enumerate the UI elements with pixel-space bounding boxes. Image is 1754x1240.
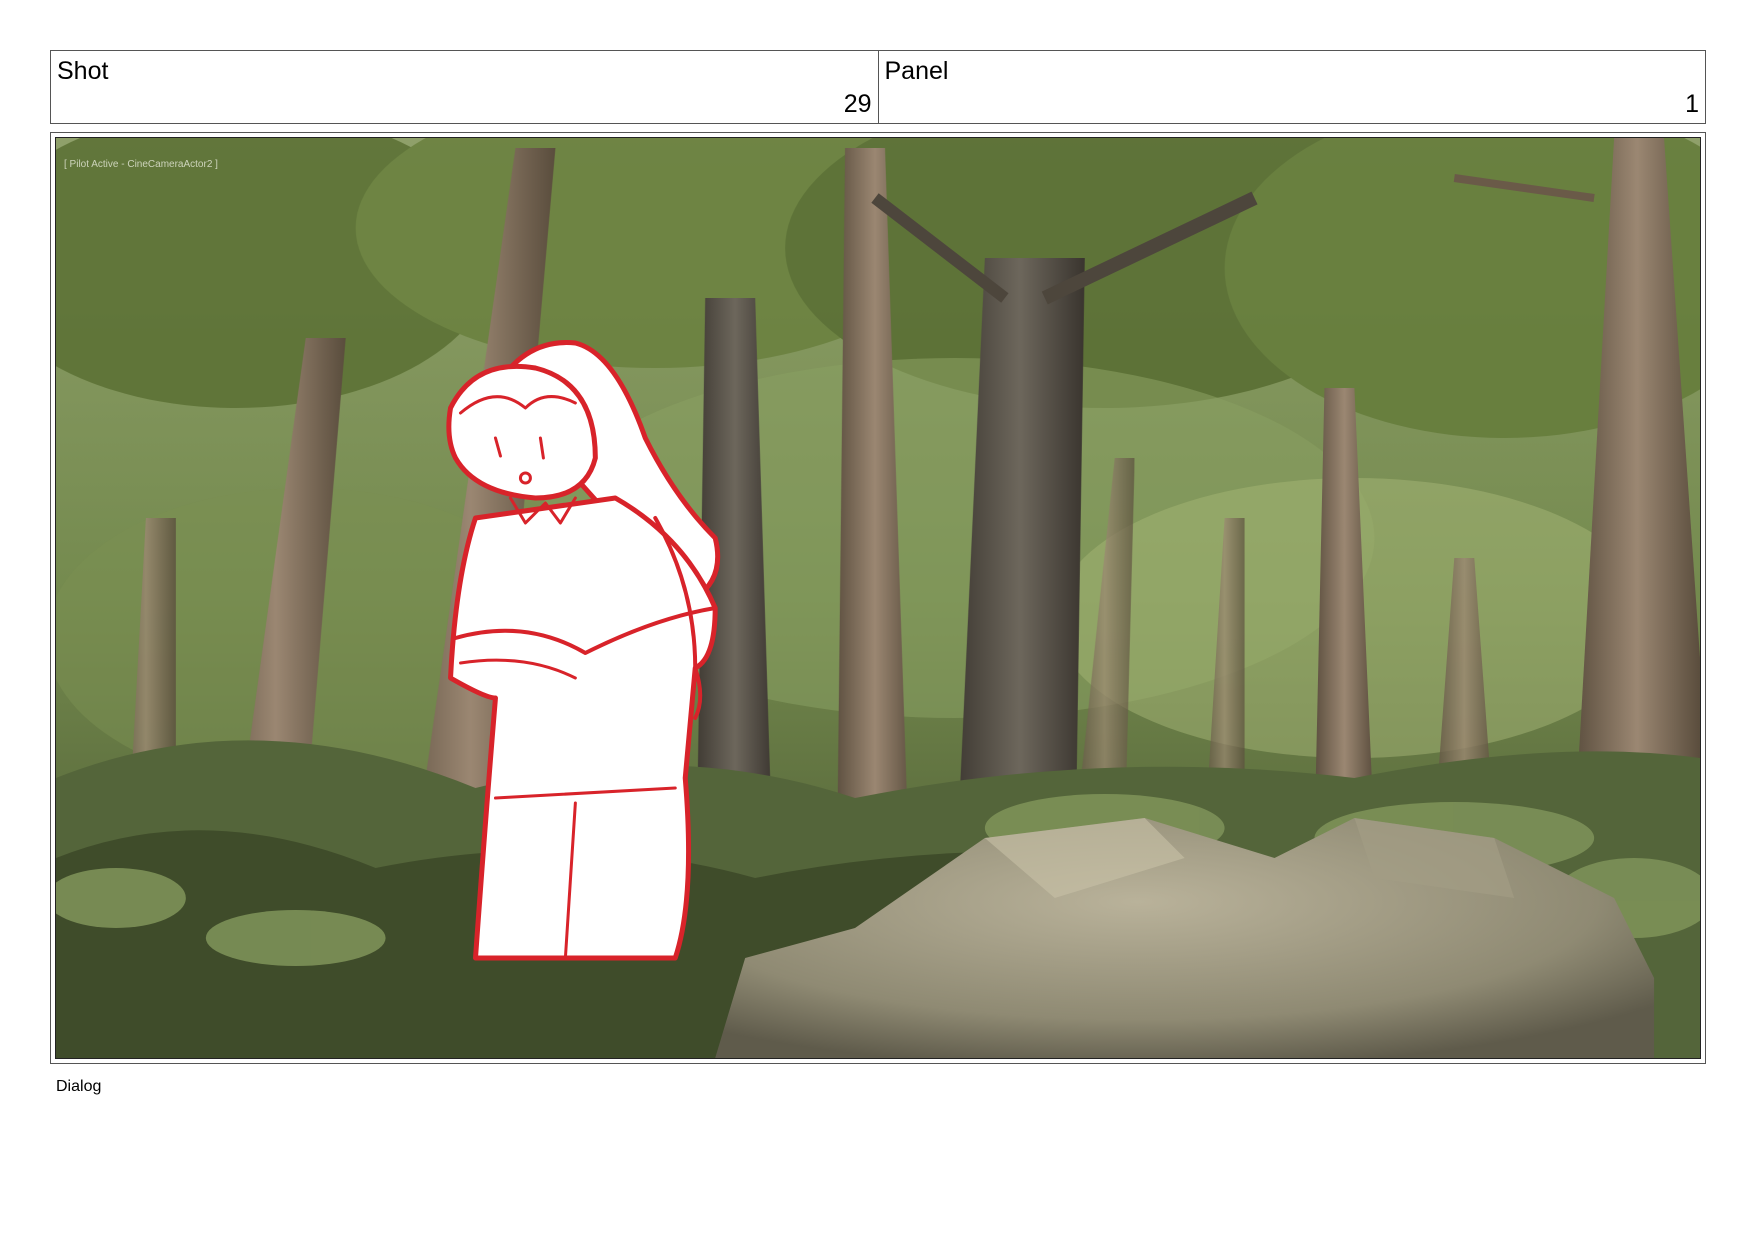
shot-cell: Shot 29 [51,51,878,123]
shot-number: 29 [843,90,872,118]
panel-number: 1 [1685,90,1699,118]
panel-label: Panel [884,57,949,85]
dialog-label: Dialog [56,1078,102,1095]
forest-scene [56,138,1700,1058]
storyboard-frame: [ Pilot Active - CineCameraActor2 ] [50,132,1706,1064]
frame-image: [ Pilot Active - CineCameraActor2 ] [55,137,1701,1059]
panel-cell: Panel 1 [877,51,1706,123]
shot-label: Shot [57,57,109,85]
camera-hud-label: [ Pilot Active - CineCameraActor2 ] [64,159,218,170]
storyboard-header: Shot 29 Panel 1 [50,50,1706,124]
